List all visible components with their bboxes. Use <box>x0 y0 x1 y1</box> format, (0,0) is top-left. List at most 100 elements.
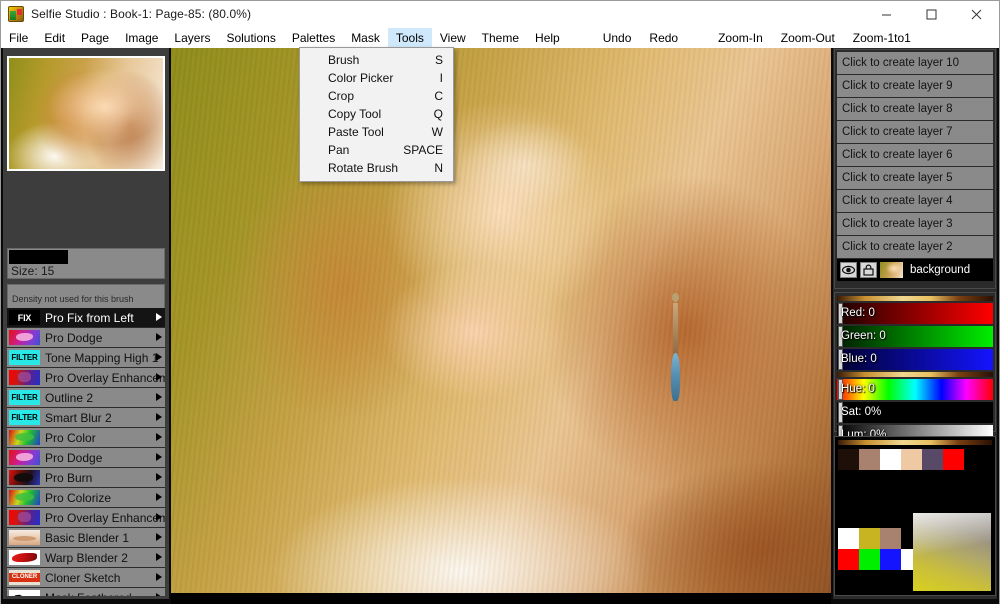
pro-dodge-icon <box>9 450 40 465</box>
filter-row[interactable]: Pro Colorize <box>7 488 165 507</box>
menu-item-edit[interactable]: Edit <box>36 28 73 48</box>
chevron-right-icon[interactable] <box>156 333 162 341</box>
lock-icon[interactable] <box>860 262 877 278</box>
menu-command-zoom-in[interactable]: Zoom-In <box>709 28 772 48</box>
layer-row[interactable]: Click to create layer 3 <box>837 213 993 235</box>
color-swatch[interactable] <box>838 528 859 549</box>
minimize-icon[interactable] <box>864 1 909 27</box>
color-slider-red[interactable]: Red: 0 <box>837 303 993 324</box>
filter-row[interactable]: FIX Pro Fix from Left <box>7 308 165 327</box>
color-swatch[interactable] <box>838 549 859 570</box>
canvas-area[interactable] <box>171 48 831 604</box>
color-swatch[interactable] <box>880 528 901 549</box>
eye-icon[interactable] <box>840 262 857 278</box>
color-swatch[interactable] <box>943 449 964 470</box>
chevron-right-icon[interactable] <box>156 453 162 461</box>
filter-row[interactable]: Cloner Sketch <box>7 568 165 587</box>
chevron-right-icon[interactable] <box>156 573 162 581</box>
filter-row[interactable]: Pro Overlay Enhancement <box>7 368 165 387</box>
layer-row[interactable]: Click to create layer 8 <box>837 98 993 120</box>
image-preview[interactable] <box>7 56 165 171</box>
layer-label: Click to create layer 10 <box>842 57 959 69</box>
chevron-right-icon[interactable] <box>156 313 162 321</box>
menu-option-paste-tool[interactable]: Paste Tool W <box>300 123 453 141</box>
menu-item-layers[interactable]: Layers <box>166 28 218 48</box>
layer-row-background[interactable]: background <box>837 259 993 281</box>
filter-row[interactable]: Pro Color <box>7 428 165 447</box>
menu-item-solutions[interactable]: Solutions <box>218 28 283 48</box>
filter-label: Mask Feathered <box>45 591 165 597</box>
menu-option-rotate-brush[interactable]: Rotate Brush N <box>300 159 453 177</box>
menu-option-pan[interactable]: Pan SPACE <box>300 141 453 159</box>
filter-row[interactable]: Pro Dodge <box>7 448 165 467</box>
chevron-right-icon[interactable] <box>156 373 162 381</box>
menu-command-redo[interactable]: Redo <box>640 28 687 48</box>
filter-row[interactable]: Warp Blender 2 <box>7 548 165 567</box>
menu-option-copy-tool[interactable]: Copy Tool Q <box>300 105 453 123</box>
filter-row[interactable]: Pro Burn <box>7 468 165 487</box>
chevron-right-icon[interactable] <box>156 493 162 501</box>
color-swatch[interactable] <box>838 449 859 470</box>
chevron-right-icon[interactable] <box>156 513 162 521</box>
close-icon[interactable] <box>954 1 999 27</box>
menu-command-zoom-out[interactable]: Zoom-Out <box>772 28 844 48</box>
menu-item-mask[interactable]: Mask <box>343 28 388 48</box>
filter-row[interactable]: Pro Overlay Enhancement <box>7 508 165 527</box>
menu-item-page[interactable]: Page <box>73 28 117 48</box>
menu-option-brush[interactable]: Brush S <box>300 51 453 69</box>
chevron-right-icon[interactable] <box>156 473 162 481</box>
menu-item-view[interactable]: View <box>432 28 474 48</box>
layer-row[interactable]: Click to create layer 9 <box>837 75 993 97</box>
layer-row[interactable]: Click to create layer 10 <box>837 52 993 74</box>
layer-row[interactable]: Click to create layer 6 <box>837 144 993 166</box>
color-slider-hue[interactable]: Hue: 0 <box>837 379 993 400</box>
color-swatch[interactable] <box>859 449 880 470</box>
menu-item-image[interactable]: Image <box>117 28 166 48</box>
color-swatch[interactable] <box>880 449 901 470</box>
chevron-right-icon[interactable] <box>156 393 162 401</box>
color-swatch[interactable] <box>901 449 922 470</box>
brush-size-slider[interactable]: Size: 15 <box>7 248 165 279</box>
chevron-right-icon[interactable] <box>156 593 162 596</box>
color-swatch[interactable] <box>880 549 901 570</box>
color-swatch[interactable] <box>922 449 943 470</box>
filter-label: Warp Blender 2 <box>45 550 128 565</box>
chevron-right-icon[interactable] <box>156 533 162 541</box>
chevron-right-icon[interactable] <box>156 413 162 421</box>
menu-item-palettes[interactable]: Palettes <box>284 28 343 48</box>
filter-row[interactable]: FILTER Smart Blur 2 <box>7 408 165 427</box>
color-slider-green[interactable]: Green: 0 <box>837 326 993 347</box>
color-swatch[interactable] <box>859 549 880 570</box>
color-slider-sat[interactable]: Sat: 0% <box>837 402 993 423</box>
color-slider-blue[interactable]: Blue: 0 <box>837 349 993 370</box>
menu-option-shortcut: S <box>434 53 443 67</box>
layer-row[interactable]: Click to create layer 2 <box>837 236 993 258</box>
left-tool-panel: Size: 15 Density not used for this brush… <box>3 48 169 599</box>
menu-option-crop[interactable]: Crop C <box>300 87 453 105</box>
canvas-image[interactable] <box>171 48 831 593</box>
menu-item-tools[interactable]: Tools <box>387 27 432 48</box>
filter-row[interactable]: FILTER Outline 2 <box>7 388 165 407</box>
window-controls <box>864 1 999 27</box>
brush-size-track[interactable] <box>9 250 163 264</box>
menu-option-color-picker[interactable]: Color Picker I <box>300 69 453 87</box>
color-swatch[interactable] <box>859 528 880 549</box>
chevron-right-icon[interactable] <box>156 433 162 441</box>
menu-item-theme[interactable]: Theme <box>474 28 527 48</box>
menu-item-file[interactable]: File <box>1 28 36 48</box>
layer-row[interactable]: Click to create layer 4 <box>837 190 993 212</box>
filter-row[interactable]: Basic Blender 1 <box>7 528 165 547</box>
menu-command-zoom-1to1[interactable]: Zoom-1to1 <box>844 28 920 48</box>
menu-command-undo[interactable]: Undo <box>594 28 641 48</box>
maximize-icon[interactable] <box>909 1 954 27</box>
layer-row[interactable]: Click to create layer 5 <box>837 167 993 189</box>
menu-option-label: Brush <box>328 53 360 67</box>
menu-item-help[interactable]: Help <box>527 28 568 48</box>
gradient-color-picker[interactable] <box>913 513 991 591</box>
filter-row[interactable]: Mask Feathered <box>7 588 165 596</box>
chevron-right-icon[interactable] <box>156 353 162 361</box>
layer-row[interactable]: Click to create layer 7 <box>837 121 993 143</box>
filter-row[interactable]: FILTER Tone Mapping High 1 <box>7 348 165 367</box>
filter-row[interactable]: Pro Dodge <box>7 328 165 347</box>
chevron-right-icon[interactable] <box>156 553 162 561</box>
